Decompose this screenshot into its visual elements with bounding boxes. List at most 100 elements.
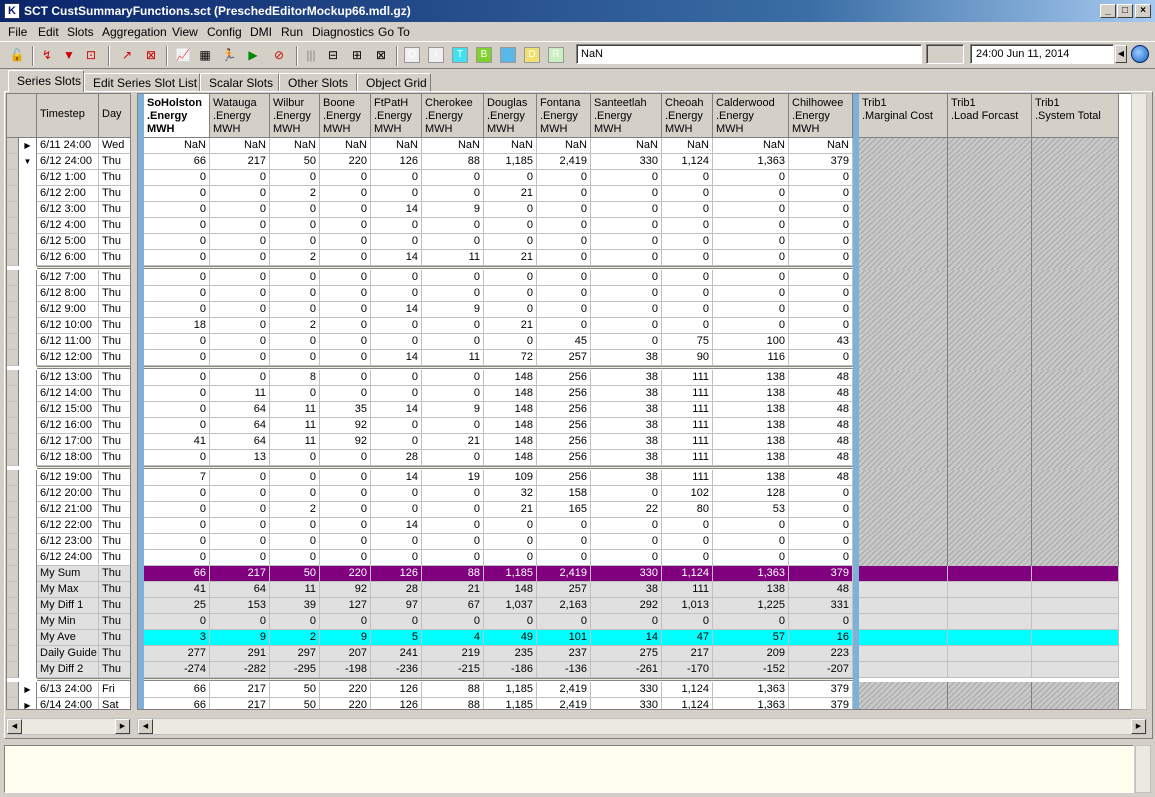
value-cell[interactable]: 0	[270, 386, 320, 402]
value-cell[interactable]: 0	[591, 218, 662, 234]
value-cell[interactable]: 0	[537, 534, 591, 550]
value-cell[interactable]: 111	[662, 434, 713, 450]
value-cell[interactable]: -136	[537, 662, 591, 678]
value-cell[interactable]: 0	[320, 286, 371, 302]
day-cell[interactable]: Thu	[99, 470, 130, 486]
value-cell[interactable]: 11	[210, 386, 270, 402]
value-cell[interactable]: 138	[713, 450, 789, 466]
scroll-left-icon[interactable]: ◀	[138, 719, 153, 734]
value-cell[interactable]: 256	[537, 450, 591, 466]
value-cell[interactable]: 1,124	[662, 682, 713, 698]
value-cell[interactable]: 217	[662, 646, 713, 662]
trib-column-header[interactable]: Trib1 .System Total	[1032, 94, 1119, 138]
value-cell[interactable]: 148	[484, 450, 537, 466]
value-cell[interactable]: -170	[662, 662, 713, 678]
value-cell[interactable]: 217	[210, 566, 270, 582]
day-cell[interactable]: Thu	[99, 350, 130, 366]
value-cell[interactable]: 0	[789, 486, 853, 502]
value-cell[interactable]: 0	[662, 170, 713, 186]
value-cell[interactable]: 64	[210, 402, 270, 418]
value-cell[interactable]: 0	[484, 234, 537, 250]
column-header-calderwood[interactable]: Calderwood .Energy MWH	[713, 94, 789, 138]
value-cell[interactable]: 0	[713, 250, 789, 266]
value-cell[interactable]: 0	[789, 170, 853, 186]
day-cell[interactable]: Thu	[99, 270, 130, 286]
value-cell[interactable]: 0	[537, 234, 591, 250]
value-cell[interactable]: 0	[422, 534, 484, 550]
value-cell[interactable]: 126	[371, 154, 422, 170]
value-cell[interactable]: 0	[371, 614, 422, 630]
timestep-cell[interactable]: 6/12 24:00	[37, 154, 99, 170]
value-cell[interactable]: 291	[210, 646, 270, 662]
value-cell[interactable]: 0	[320, 550, 371, 566]
value-cell[interactable]: 111	[662, 582, 713, 598]
value-cell[interactable]: 0	[210, 318, 270, 334]
value-cell[interactable]: 0	[484, 286, 537, 302]
value-cell[interactable]: 256	[537, 470, 591, 486]
value-cell[interactable]: 0	[371, 170, 422, 186]
value-cell[interactable]: 0	[320, 370, 371, 386]
value-cell[interactable]: 0	[537, 186, 591, 202]
value-cell[interactable]: 148	[484, 434, 537, 450]
value-cell[interactable]: 0	[144, 518, 210, 534]
value-cell[interactable]: 0	[713, 318, 789, 334]
value-cell[interactable]: 330	[591, 154, 662, 170]
value-cell[interactable]: 1,185	[484, 682, 537, 698]
column-header-ftpath[interactable]: FtPatH .Energy MWH	[371, 94, 422, 138]
trib-cell[interactable]	[859, 582, 948, 598]
day-cell[interactable]: Thu	[99, 186, 130, 202]
value-cell[interactable]: 138	[713, 582, 789, 598]
value-cell[interactable]: 0	[270, 486, 320, 502]
column-header-cherokee[interactable]: Cherokee .Energy MWH	[422, 94, 484, 138]
day-cell[interactable]: Thu	[99, 250, 130, 266]
value-cell[interactable]: 50	[270, 682, 320, 698]
menu-run[interactable]: Run	[281, 25, 303, 39]
value-cell[interactable]: 48	[789, 402, 853, 418]
value-cell[interactable]: 0	[270, 270, 320, 286]
value-cell[interactable]: 0	[320, 614, 371, 630]
value-cell[interactable]: 0	[484, 334, 537, 350]
value-cell[interactable]: 330	[591, 698, 662, 709]
value-cell[interactable]: 0	[144, 418, 210, 434]
value-cell[interactable]: 13	[210, 450, 270, 466]
day-cell[interactable]: Thu	[99, 334, 130, 350]
timestep-cell[interactable]: 6/12 22:00	[37, 518, 99, 534]
day-cell[interactable]: Thu	[99, 154, 130, 170]
timestep-cell[interactable]: 6/12 15:00	[37, 402, 99, 418]
letter-button-6[interactable]: R	[548, 47, 564, 63]
value-cell[interactable]: 0	[484, 534, 537, 550]
value-cell[interactable]: 220	[320, 698, 371, 709]
value-cell[interactable]: 0	[713, 234, 789, 250]
value-cell[interactable]: 97	[371, 598, 422, 614]
value-cell[interactable]: 138	[713, 418, 789, 434]
value-cell[interactable]: 0	[484, 614, 537, 630]
value-cell[interactable]: 0	[320, 518, 371, 534]
value-cell[interactable]: 14	[371, 302, 422, 318]
value-cell[interactable]: 0	[537, 270, 591, 286]
value-cell[interactable]: 9	[422, 202, 484, 218]
value-cell[interactable]: 21	[422, 582, 484, 598]
value-cell[interactable]: 2,419	[537, 566, 591, 582]
timestep-cell[interactable]: Daily Guide	[37, 646, 99, 662]
timestep-cell[interactable]: 6/12 7:00	[37, 270, 99, 286]
value-cell[interactable]: 0	[422, 170, 484, 186]
value-cell[interactable]: -198	[320, 662, 371, 678]
timestep-cell[interactable]: 6/12 21:00	[37, 502, 99, 518]
value-cell[interactable]: 0	[371, 218, 422, 234]
value-cell[interactable]: 275	[591, 646, 662, 662]
day-cell[interactable]: Thu	[99, 286, 130, 302]
value-cell[interactable]: 111	[662, 418, 713, 434]
value-cell[interactable]: NaN	[270, 138, 320, 154]
value-cell[interactable]: -186	[484, 662, 537, 678]
value-cell[interactable]: 128	[713, 486, 789, 502]
value-cell[interactable]: 0	[662, 518, 713, 534]
trib-cell[interactable]	[948, 630, 1032, 646]
timestep-cell[interactable]: 6/12 24:00	[37, 550, 99, 566]
value-cell[interactable]: 0	[662, 550, 713, 566]
column-header-fontana[interactable]: Fontana .Energy MWH	[537, 94, 591, 138]
value-cell[interactable]: 0	[320, 486, 371, 502]
column-header-cheoah[interactable]: Cheoah .Energy MWH	[662, 94, 713, 138]
value-cell[interactable]: 138	[713, 402, 789, 418]
value-cell[interactable]: 0	[371, 286, 422, 302]
timestep-cell[interactable]: 6/12 1:00	[37, 170, 99, 186]
